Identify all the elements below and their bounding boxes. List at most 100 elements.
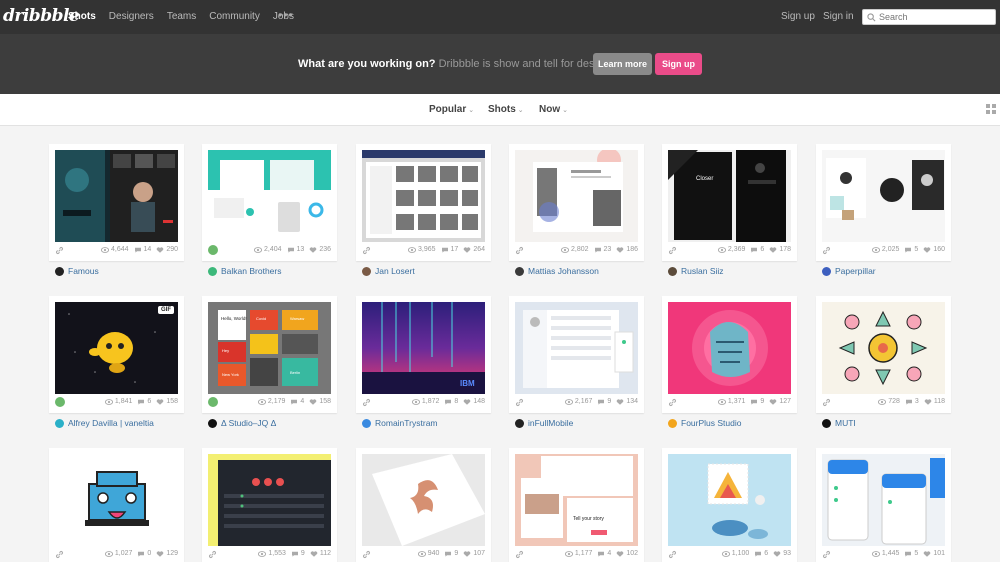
- likes-count[interactable]: 158: [156, 398, 178, 405]
- likes-count[interactable]: 290: [156, 246, 178, 253]
- shot-thumbnail[interactable]: IBM: [362, 302, 485, 394]
- link-icon[interactable]: [822, 246, 831, 255]
- likes-count[interactable]: 93: [773, 550, 791, 557]
- shot-author[interactable]: Jan Losert: [362, 266, 415, 276]
- author-name[interactable]: Alfrey Davilla | vaneltia: [68, 418, 154, 428]
- nav-community[interactable]: Community: [209, 11, 260, 22]
- link-icon[interactable]: [822, 398, 831, 407]
- avatar[interactable]: [208, 418, 217, 428]
- avatar[interactable]: [822, 418, 831, 428]
- rebound-icon[interactable]: [55, 397, 65, 407]
- link-icon[interactable]: [668, 550, 677, 559]
- shot-thumbnail[interactable]: [668, 302, 791, 394]
- nav-sign-up-link[interactable]: Sign up: [781, 11, 815, 22]
- author-name[interactable]: RomainTrystram: [375, 418, 438, 428]
- avatar[interactable]: [362, 418, 371, 428]
- author-name[interactable]: MUTI: [835, 418, 856, 428]
- rebound-icon[interactable]: [208, 245, 218, 255]
- author-name[interactable]: FourPlus Studio: [681, 418, 741, 428]
- shot-card[interactable]: 940 9 107: [356, 448, 491, 562]
- shot-card[interactable]: IBM 1,872 8 148 RomainTrystram: [356, 296, 491, 428]
- shot-author[interactable]: Balkan Brothers: [208, 266, 281, 276]
- likes-count[interactable]: 127: [769, 398, 791, 405]
- link-icon[interactable]: [515, 398, 524, 407]
- shot-thumbnail[interactable]: [515, 150, 638, 242]
- link-icon[interactable]: [208, 550, 217, 559]
- shot-thumbnail[interactable]: [668, 454, 791, 546]
- author-name[interactable]: Ruslan Siiz: [681, 266, 724, 276]
- shot-author[interactable]: Δ Studio–JQ Δ: [208, 418, 276, 428]
- link-icon[interactable]: [362, 398, 371, 407]
- avatar[interactable]: [55, 418, 64, 428]
- shot-author[interactable]: Famous: [55, 266, 99, 276]
- search-box[interactable]: [862, 9, 996, 25]
- link-icon[interactable]: [362, 550, 371, 559]
- shot-thumbnail[interactable]: [208, 454, 331, 546]
- shot-author[interactable]: MUTI: [822, 418, 856, 428]
- nav-sign-in-link[interactable]: Sign in: [823, 11, 854, 22]
- shot-card[interactable]: 1,371 9 127 FourPlus Studio: [662, 296, 797, 428]
- filter-popular[interactable]: Popular ⌄: [429, 104, 474, 115]
- link-icon[interactable]: [668, 246, 677, 255]
- shot-card[interactable]: 3,965 17 264 Jan Losert: [356, 144, 491, 276]
- author-name[interactable]: inFullMobile: [528, 418, 573, 428]
- shot-thumbnail[interactable]: [208, 150, 331, 242]
- likes-count[interactable]: 186: [616, 246, 638, 253]
- shot-card[interactable]: 2,802 23 186 Mattias Johansson: [509, 144, 644, 276]
- shot-card[interactable]: Closer 2,369 6 178 Ruslan Siiz: [662, 144, 797, 276]
- shot-author[interactable]: Mattias Johansson: [515, 266, 599, 276]
- likes-count[interactable]: 102: [616, 550, 638, 557]
- likes-count[interactable]: 112: [310, 550, 331, 557]
- shot-author[interactable]: RomainTrystram: [362, 418, 438, 428]
- link-icon[interactable]: [55, 246, 64, 255]
- shot-card[interactable]: Hello, World! Covid Warsaw Hey New York …: [202, 296, 337, 428]
- shot-author[interactable]: Alfrey Davilla | vaneltia: [55, 418, 154, 428]
- shot-card[interactable]: 728 3 118 MUTI: [816, 296, 951, 428]
- shot-author[interactable]: FourPlus Studio: [668, 418, 741, 428]
- likes-count[interactable]: 101: [923, 550, 945, 557]
- avatar[interactable]: [822, 266, 831, 276]
- shot-thumbnail[interactable]: [55, 454, 178, 546]
- shot-card[interactable]: 1,553 9 112: [202, 448, 337, 562]
- avatar[interactable]: [208, 266, 217, 276]
- author-name[interactable]: Famous: [68, 266, 99, 276]
- likes-count[interactable]: 118: [924, 398, 945, 405]
- shot-author[interactable]: Paperpillar: [822, 266, 876, 276]
- shot-author[interactable]: inFullMobile: [515, 418, 573, 428]
- shot-card[interactable]: 1,445 5 101: [816, 448, 951, 562]
- shot-author[interactable]: Ruslan Siiz: [668, 266, 724, 276]
- shot-thumbnail[interactable]: Tell your story: [515, 454, 638, 546]
- link-icon[interactable]: [822, 550, 831, 559]
- likes-count[interactable]: 158: [309, 398, 331, 405]
- nav-shots[interactable]: Shots: [68, 11, 96, 22]
- likes-count[interactable]: 107: [463, 550, 485, 557]
- likes-count[interactable]: 129: [156, 550, 178, 557]
- likes-count[interactable]: 160: [923, 246, 945, 253]
- shot-card[interactable]: GIF 1,841 6 158 Alfrey Davilla | vanelti…: [49, 296, 184, 428]
- banner-sign-up-button[interactable]: Sign up: [655, 53, 702, 75]
- shot-thumbnail[interactable]: [822, 302, 945, 394]
- grid-view-icon[interactable]: [986, 104, 996, 114]
- link-icon[interactable]: [515, 550, 524, 559]
- shot-thumbnail[interactable]: [822, 454, 945, 546]
- link-icon[interactable]: [55, 550, 64, 559]
- shot-card[interactable]: 2,404 13 236 Balkan Brothers: [202, 144, 337, 276]
- link-icon[interactable]: [515, 246, 524, 255]
- likes-count[interactable]: 148: [463, 398, 485, 405]
- shot-card[interactable]: 4,644 14 290 Famous: [49, 144, 184, 276]
- shot-thumbnail[interactable]: [55, 150, 178, 242]
- shot-thumbnail[interactable]: [362, 454, 485, 546]
- link-icon[interactable]: [668, 398, 677, 407]
- likes-count[interactable]: 178: [769, 246, 791, 253]
- search-input[interactable]: [879, 12, 989, 22]
- author-name[interactable]: Mattias Johansson: [528, 266, 599, 276]
- avatar[interactable]: [515, 266, 524, 276]
- shot-thumbnail[interactable]: GIF: [55, 302, 178, 394]
- author-name[interactable]: Balkan Brothers: [221, 266, 281, 276]
- likes-count[interactable]: 264: [463, 246, 485, 253]
- filter-shots[interactable]: Shots ⌄: [488, 104, 524, 115]
- nav-teams[interactable]: Teams: [167, 11, 196, 22]
- rebound-icon[interactable]: [208, 397, 218, 407]
- shot-thumbnail[interactable]: Closer: [668, 150, 791, 242]
- avatar[interactable]: [55, 266, 64, 276]
